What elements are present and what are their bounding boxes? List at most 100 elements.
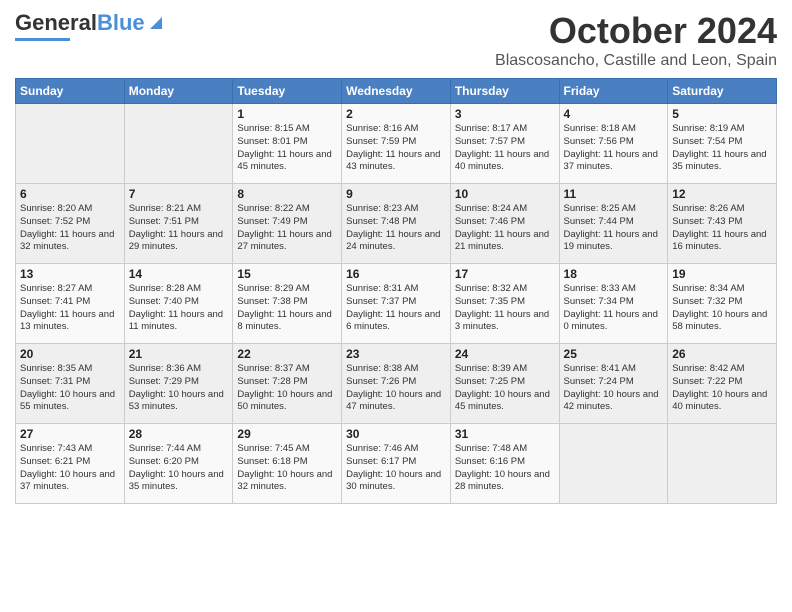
- day-info: Sunrise: 7:44 AMSunset: 6:20 PMDaylight:…: [129, 443, 229, 494]
- logo-general: General: [15, 10, 97, 36]
- calendar-cell: 19Sunrise: 8:34 AMSunset: 7:32 PMDayligh…: [668, 264, 777, 344]
- day-number: 8: [237, 187, 337, 201]
- calendar-week-row: 20 Sunrise: 8:35 AMSunset: 7:31 PMDayligh…: [16, 344, 777, 424]
- calendar-cell: 13Sunrise: 8:27 AMSunset: 7:41 PMDayligh…: [16, 264, 125, 344]
- weekday-header-sunday: Sunday: [16, 79, 125, 104]
- calendar-cell: 7Sunrise: 8:21 AMSunset: 7:51 PMDaylight…: [124, 184, 233, 264]
- day-info: Sunrise: 8:16 AMSunset: 7:59 PMDaylight:…: [346, 123, 446, 174]
- day-info: Sunrise: 8:28 AMSunset: 7:40 PMDaylight:…: [129, 283, 229, 334]
- day-info: Sunrise: 8:22 AMSunset: 7:49 PMDaylight:…: [237, 203, 337, 254]
- day-info: Sunrise: 8:18 AMSunset: 7:56 PMDaylight:…: [564, 123, 664, 174]
- calendar-cell: 2 Sunrise: 8:16 AMSunset: 7:59 PMDaylight…: [342, 104, 451, 184]
- day-number: 9: [346, 187, 446, 201]
- day-info: Sunrise: 8:29 AMSunset: 7:38 PMDaylight:…: [237, 283, 337, 334]
- day-info: Sunrise: 8:39 AMSunset: 7:25 PMDaylight:…: [455, 363, 555, 414]
- day-number: 7: [129, 187, 229, 201]
- day-info: Sunrise: 8:32 AMSunset: 7:35 PMDaylight:…: [455, 283, 555, 334]
- calendar-week-row: 6Sunrise: 8:20 AMSunset: 7:52 PMDaylight…: [16, 184, 777, 264]
- calendar-cell: 15 Sunrise: 8:29 AMSunset: 7:38 PMDayligh…: [233, 264, 342, 344]
- calendar-cell: 10 Sunrise: 8:24 AMSunset: 7:46 PMDayligh…: [450, 184, 559, 264]
- day-info: Sunrise: 8:24 AMSunset: 7:46 PMDaylight:…: [455, 203, 555, 254]
- calendar-cell: 1 Sunrise: 8:15 AMSunset: 8:01 PMDaylight…: [233, 104, 342, 184]
- weekday-header-tuesday: Tuesday: [233, 79, 342, 104]
- day-number: 11: [564, 187, 664, 201]
- day-info: Sunrise: 8:42 AMSunset: 7:22 PMDaylight:…: [672, 363, 772, 414]
- day-number: 27: [20, 427, 120, 441]
- day-info: Sunrise: 8:17 AMSunset: 7:57 PMDaylight:…: [455, 123, 555, 174]
- calendar-cell: 24 Sunrise: 8:39 AMSunset: 7:25 PMDayligh…: [450, 344, 559, 424]
- day-number: 3: [455, 107, 555, 121]
- day-number: 29: [237, 427, 337, 441]
- day-number: 15: [237, 267, 337, 281]
- calendar-cell: 11 Sunrise: 8:25 AMSunset: 7:44 PMDayligh…: [559, 184, 668, 264]
- day-info: Sunrise: 7:48 AMSunset: 6:16 PMDaylight:…: [455, 443, 555, 494]
- day-info: Sunrise: 8:19 AMSunset: 7:54 PMDaylight:…: [672, 123, 772, 174]
- day-number: 12: [672, 187, 772, 201]
- day-number: 26: [672, 347, 772, 361]
- weekday-header-thursday: Thursday: [450, 79, 559, 104]
- day-info: Sunrise: 8:26 AMSunset: 7:43 PMDaylight:…: [672, 203, 772, 254]
- calendar-cell: 3 Sunrise: 8:17 AMSunset: 7:57 PMDaylight…: [450, 104, 559, 184]
- calendar-cell: [668, 424, 777, 504]
- day-number: 1: [237, 107, 337, 121]
- day-info: Sunrise: 8:23 AMSunset: 7:48 PMDaylight:…: [346, 203, 446, 254]
- calendar-cell: 26 Sunrise: 8:42 AMSunset: 7:22 PMDayligh…: [668, 344, 777, 424]
- calendar-week-row: 27Sunrise: 7:43 AMSunset: 6:21 PMDayligh…: [16, 424, 777, 504]
- calendar-cell: 6Sunrise: 8:20 AMSunset: 7:52 PMDaylight…: [16, 184, 125, 264]
- calendar-cell: 5 Sunrise: 8:19 AMSunset: 7:54 PMDaylight…: [668, 104, 777, 184]
- day-number: 28: [129, 427, 229, 441]
- day-number: 18: [564, 267, 664, 281]
- weekday-header-saturday: Saturday: [668, 79, 777, 104]
- day-number: 16: [346, 267, 446, 281]
- calendar-cell: 4 Sunrise: 8:18 AMSunset: 7:56 PMDaylight…: [559, 104, 668, 184]
- day-number: 25: [564, 347, 664, 361]
- day-info: Sunrise: 8:15 AMSunset: 8:01 PMDaylight:…: [237, 123, 337, 174]
- day-number: 5: [672, 107, 772, 121]
- day-info: Sunrise: 8:36 AMSunset: 7:29 PMDaylight:…: [129, 363, 229, 414]
- calendar-cell: 14 Sunrise: 8:28 AMSunset: 7:40 PMDayligh…: [124, 264, 233, 344]
- day-info: Sunrise: 7:45 AMSunset: 6:18 PMDaylight:…: [237, 443, 337, 494]
- day-number: 22: [237, 347, 337, 361]
- day-number: 21: [129, 347, 229, 361]
- day-number: 23: [346, 347, 446, 361]
- title-block: October 2024 Blascosancho, Castille and …: [495, 10, 777, 70]
- calendar-cell: 12 Sunrise: 8:26 AMSunset: 7:43 PMDayligh…: [668, 184, 777, 264]
- calendar-cell: 8 Sunrise: 8:22 AMSunset: 7:49 PMDaylight…: [233, 184, 342, 264]
- day-number: 6: [20, 187, 120, 201]
- day-info: Sunrise: 8:27 AMSunset: 7:41 PMDaylight:…: [20, 283, 120, 334]
- location-title: Blascosancho, Castille and Leon, Spain: [495, 52, 777, 70]
- day-number: 2: [346, 107, 446, 121]
- page-header: General Blue October 2024 Blascosancho, …: [15, 10, 777, 70]
- weekday-header-monday: Monday: [124, 79, 233, 104]
- calendar-cell: 31 Sunrise: 7:48 AMSunset: 6:16 PMDayligh…: [450, 424, 559, 504]
- day-number: 30: [346, 427, 446, 441]
- calendar-cell: 25 Sunrise: 8:41 AMSunset: 7:24 PMDayligh…: [559, 344, 668, 424]
- calendar-cell: 18Sunrise: 8:33 AMSunset: 7:34 PMDayligh…: [559, 264, 668, 344]
- day-info: Sunrise: 8:35 AMSunset: 7:31 PMDaylight:…: [20, 363, 120, 414]
- calendar-cell: 23 Sunrise: 8:38 AMSunset: 7:26 PMDayligh…: [342, 344, 451, 424]
- month-title: October 2024: [495, 10, 777, 52]
- day-info: Sunrise: 8:37 AMSunset: 7:28 PMDaylight:…: [237, 363, 337, 414]
- day-info: Sunrise: 7:46 AMSunset: 6:17 PMDaylight:…: [346, 443, 446, 494]
- weekday-header-friday: Friday: [559, 79, 668, 104]
- day-number: 24: [455, 347, 555, 361]
- day-info: Sunrise: 8:25 AMSunset: 7:44 PMDaylight:…: [564, 203, 664, 254]
- logo-underline: [15, 38, 70, 41]
- logo-arrow-icon: [146, 13, 166, 33]
- calendar-cell: 27Sunrise: 7:43 AMSunset: 6:21 PMDayligh…: [16, 424, 125, 504]
- day-number: 31: [455, 427, 555, 441]
- day-number: 4: [564, 107, 664, 121]
- calendar-week-row: 1 Sunrise: 8:15 AMSunset: 8:01 PMDaylight…: [16, 104, 777, 184]
- day-number: 14: [129, 267, 229, 281]
- calendar-cell: 28 Sunrise: 7:44 AMSunset: 6:20 PMDayligh…: [124, 424, 233, 504]
- calendar-cell: 22 Sunrise: 8:37 AMSunset: 7:28 PMDayligh…: [233, 344, 342, 424]
- day-info: Sunrise: 8:41 AMSunset: 7:24 PMDaylight:…: [564, 363, 664, 414]
- day-number: 20: [20, 347, 120, 361]
- day-info: Sunrise: 8:38 AMSunset: 7:26 PMDaylight:…: [346, 363, 446, 414]
- day-number: 10: [455, 187, 555, 201]
- day-number: 19: [672, 267, 772, 281]
- logo-blue: Blue: [97, 10, 145, 36]
- calendar-cell: 29 Sunrise: 7:45 AMSunset: 6:18 PMDayligh…: [233, 424, 342, 504]
- calendar-cell: 9 Sunrise: 8:23 AMSunset: 7:48 PMDaylight…: [342, 184, 451, 264]
- calendar-cell: 17Sunrise: 8:32 AMSunset: 7:35 PMDayligh…: [450, 264, 559, 344]
